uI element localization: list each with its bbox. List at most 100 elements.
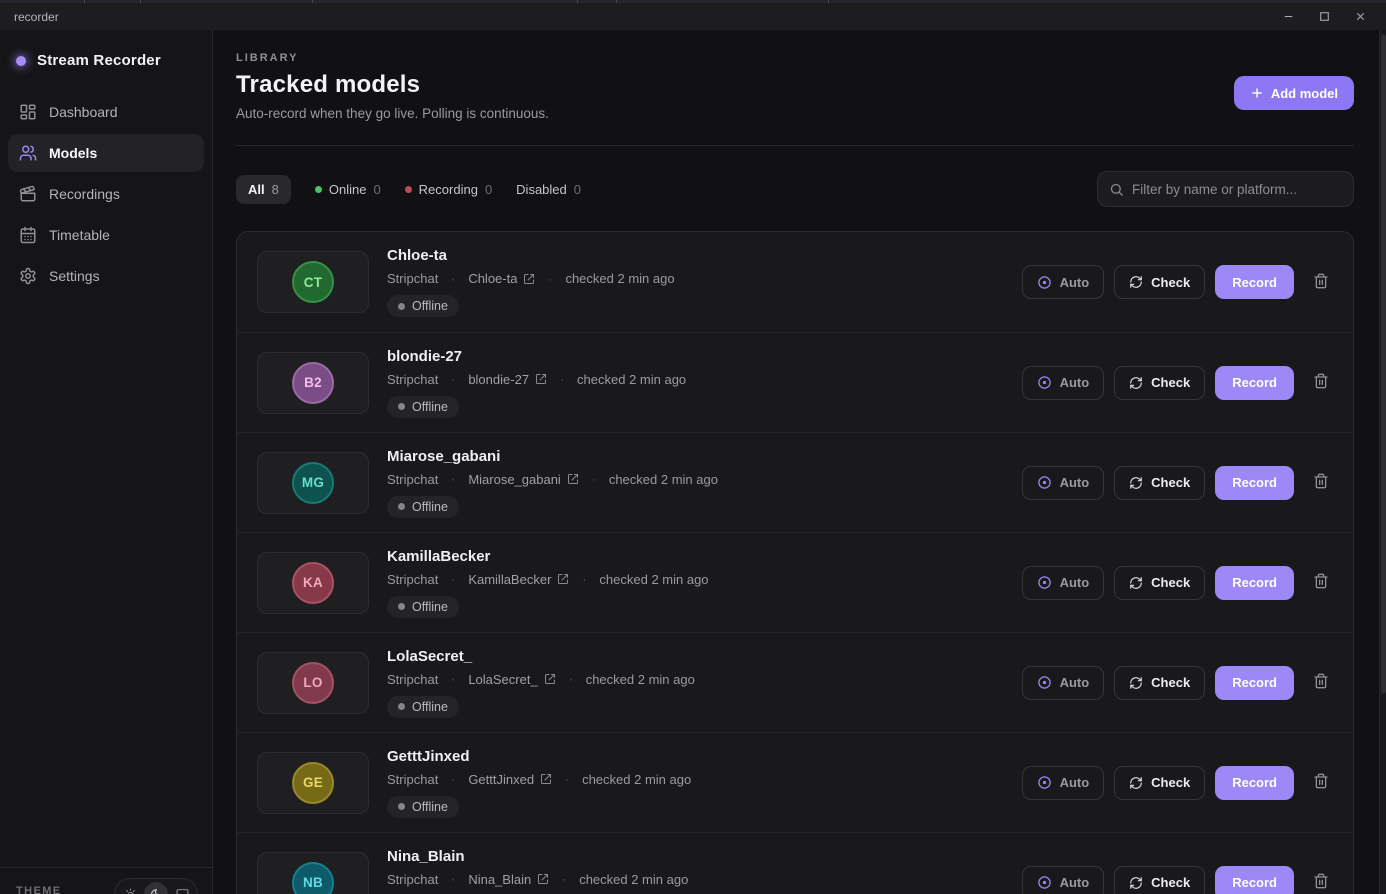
- model-info: Miarose_gabani Stripchat · Miarose_gaban…: [387, 448, 718, 518]
- moon-icon: [150, 888, 163, 894]
- avatar-circle: GE: [292, 762, 334, 804]
- sidebar-item-timetable[interactable]: Timetable: [8, 216, 204, 254]
- minimize-button[interactable]: [1270, 3, 1306, 30]
- record-button[interactable]: Record: [1215, 666, 1294, 700]
- row-actions: Auto Check Record: [1022, 766, 1333, 800]
- model-external-link[interactable]: GetttJinxed: [468, 772, 552, 787]
- avatar-initials: MG: [302, 475, 324, 490]
- model-meta: Stripchat · Nina_Blain · checked 2 min a…: [387, 872, 688, 887]
- avatar: NB: [257, 852, 369, 894]
- avatar-circle: LO: [292, 662, 334, 704]
- auto-toggle-button[interactable]: Auto: [1022, 466, 1105, 500]
- auto-toggle-button[interactable]: Auto: [1022, 566, 1105, 600]
- sidebar-item-models[interactable]: Models: [8, 134, 204, 172]
- sidebar-item-settings[interactable]: Settings: [8, 257, 204, 295]
- status-badge: Offline: [387, 696, 459, 718]
- page-subtitle: Auto-record when they go live. Polling i…: [236, 106, 1354, 121]
- external-link-icon: [537, 873, 549, 885]
- auto-toggle-button[interactable]: Auto: [1022, 766, 1105, 800]
- row-actions: Auto Check Record: [1022, 265, 1333, 299]
- tab-recording[interactable]: Recording 0: [405, 182, 493, 197]
- refresh-icon: [1129, 676, 1143, 690]
- avatar: B2: [257, 352, 369, 414]
- auto-disc-icon: [1037, 675, 1052, 690]
- sidebar-item-recordings[interactable]: Recordings: [8, 175, 204, 213]
- theme-dark-button[interactable]: [144, 882, 168, 894]
- record-button[interactable]: Record: [1215, 466, 1294, 500]
- auto-disc-icon: [1037, 875, 1052, 890]
- status-badge: Offline: [387, 496, 459, 518]
- check-button[interactable]: Check: [1114, 265, 1205, 299]
- section-eyebrow: LIBRARY: [236, 52, 1354, 64]
- delete-button[interactable]: [1309, 369, 1333, 396]
- sidebar-item-dashboard[interactable]: Dashboard: [8, 93, 204, 131]
- tab-disabled[interactable]: Disabled 0: [516, 182, 581, 197]
- trash-icon: [1313, 473, 1329, 489]
- avatar-initials: LO: [303, 675, 322, 690]
- plus-icon: [1250, 86, 1264, 100]
- maximize-button[interactable]: [1306, 3, 1342, 30]
- minimize-icon: [1282, 10, 1295, 23]
- delete-button[interactable]: [1309, 869, 1333, 894]
- app-brand: Stream Recorder: [0, 30, 212, 89]
- sidebar-item-label: Settings: [49, 268, 100, 284]
- check-button[interactable]: Check: [1114, 466, 1205, 500]
- last-checked: checked 2 min ago: [599, 572, 708, 587]
- model-external-link[interactable]: Miarose_gabani: [468, 472, 579, 487]
- platform-label: Stripchat: [387, 472, 438, 487]
- check-button[interactable]: Check: [1114, 666, 1205, 700]
- theme-system-button[interactable]: [170, 882, 194, 894]
- auto-disc-icon: [1037, 575, 1052, 590]
- status-badge: Offline: [387, 596, 459, 618]
- model-meta: Stripchat · Chloe-ta · checked 2 min ago: [387, 271, 675, 286]
- record-button[interactable]: Record: [1215, 766, 1294, 800]
- model-row: MG Miarose_gabani Stripchat · Miarose_ga…: [237, 432, 1353, 532]
- model-external-link[interactable]: blondie-27: [468, 372, 547, 387]
- delete-button[interactable]: [1309, 669, 1333, 696]
- check-button[interactable]: Check: [1114, 366, 1205, 400]
- model-row: NB Nina_Blain Stripchat · Nina_Blain · c…: [237, 832, 1353, 894]
- background-window-edge: [0, 0, 1386, 3]
- check-button[interactable]: Check: [1114, 566, 1205, 600]
- tab-online[interactable]: Online 0: [315, 182, 381, 197]
- model-external-link[interactable]: Chloe-ta: [468, 271, 535, 286]
- record-button[interactable]: Record: [1215, 566, 1294, 600]
- record-button[interactable]: Record: [1215, 366, 1294, 400]
- model-info: LolaSecret_ Stripchat · LolaSecret_ · ch…: [387, 648, 695, 718]
- brand-logo-dot: [16, 56, 26, 66]
- delete-button[interactable]: [1309, 769, 1333, 796]
- theme-light-button[interactable]: [118, 882, 142, 894]
- row-actions: Auto Check Record: [1022, 566, 1333, 600]
- platform-label: Stripchat: [387, 271, 438, 286]
- refresh-icon: [1129, 776, 1143, 790]
- close-button[interactable]: [1342, 3, 1378, 30]
- tab-dot-recording: [405, 186, 412, 193]
- dashboard-icon: [19, 103, 37, 121]
- model-name: blondie-27: [387, 348, 686, 365]
- sidebar-nav: Dashboard Models Recordings Timetable Se…: [0, 89, 212, 299]
- delete-button[interactable]: [1309, 469, 1333, 496]
- auto-disc-icon: [1037, 375, 1052, 390]
- model-external-link[interactable]: KamillaBecker: [468, 572, 569, 587]
- record-button[interactable]: Record: [1215, 866, 1294, 894]
- check-button[interactable]: Check: [1114, 766, 1205, 800]
- delete-button[interactable]: [1309, 569, 1333, 596]
- record-button[interactable]: Record: [1215, 265, 1294, 299]
- model-name: Nina_Blain: [387, 848, 688, 865]
- platform-label: Stripchat: [387, 672, 438, 687]
- auto-toggle-button[interactable]: Auto: [1022, 666, 1105, 700]
- check-button[interactable]: Check: [1114, 866, 1205, 894]
- auto-toggle-button[interactable]: Auto: [1022, 265, 1105, 299]
- model-external-link[interactable]: Nina_Blain: [468, 872, 549, 887]
- model-meta: Stripchat · blondie-27 · checked 2 min a…: [387, 372, 686, 387]
- delete-button[interactable]: [1309, 269, 1333, 296]
- status-dot: [398, 703, 405, 710]
- auto-toggle-button[interactable]: Auto: [1022, 866, 1105, 894]
- scrollbar-thumb[interactable]: [1381, 34, 1386, 694]
- model-external-link[interactable]: LolaSecret_: [468, 672, 555, 687]
- add-model-button[interactable]: Add model: [1234, 76, 1354, 110]
- search-input[interactable]: [1132, 182, 1342, 197]
- auto-toggle-button[interactable]: Auto: [1022, 366, 1105, 400]
- trash-icon: [1313, 873, 1329, 889]
- tab-all[interactable]: All 8: [236, 175, 291, 204]
